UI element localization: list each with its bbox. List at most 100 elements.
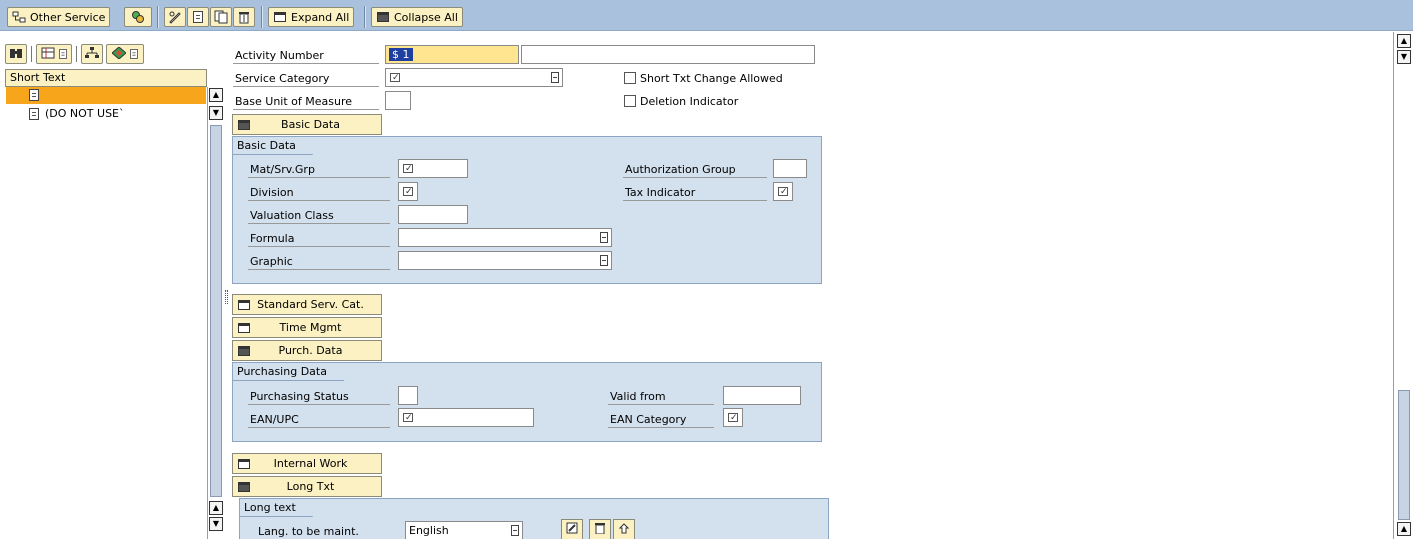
activity-description-field[interactable] [521, 45, 815, 64]
other-service-button[interactable]: Other Service [7, 7, 111, 27]
other-service-icon [12, 10, 26, 24]
ean-upc-label: EAN/UPC [248, 411, 390, 428]
expand-folder-icon [238, 458, 250, 469]
scroll-up-arrow-icon[interactable]: ▲ [1397, 522, 1411, 536]
tax-indicator-field[interactable] [773, 182, 793, 201]
basic-data-group-title: Basic Data [233, 137, 313, 155]
short-txt-change-checkbox[interactable]: Short Txt Change Allowed [624, 70, 783, 86]
long-txt-toggle-button[interactable]: Long Txt [232, 476, 382, 497]
base-unit-label: Base Unit of Measure [233, 93, 379, 110]
mat-srv-grp-field[interactable] [398, 159, 468, 178]
trash-icon [237, 10, 251, 24]
dropdown-icon[interactable] [551, 72, 559, 83]
long-text-action-button[interactable] [613, 519, 635, 539]
collapse-folder-icon [238, 119, 250, 130]
create-button[interactable] [187, 7, 209, 27]
edit-long-text-button[interactable] [561, 519, 583, 539]
edit-pencil-icon [566, 522, 578, 537]
tree-node-selected[interactable] [6, 87, 206, 104]
time-mgmt-button[interactable]: Time Mgmt [232, 317, 382, 338]
division-label: Division [248, 184, 390, 201]
graphic-field[interactable] [398, 251, 612, 270]
splitter-handle[interactable] [225, 290, 228, 304]
tree-node[interactable]: (DO NOT USE` [29, 107, 125, 120]
expand-all-button[interactable]: Expand All [268, 7, 355, 27]
basic-data-toggle-button[interactable]: Basic Data [232, 114, 382, 135]
diamond-icon [110, 45, 127, 62]
valid-from-field[interactable] [723, 386, 801, 405]
services-button[interactable] [106, 44, 144, 64]
toolbar-separator [364, 6, 366, 28]
main-vertical-scrollbar[interactable]: ▲ ▼ ▲ [1393, 32, 1413, 539]
hierarchy-button[interactable] [81, 44, 103, 64]
ean-upc-field[interactable] [398, 408, 534, 427]
purch-data-toggle-button[interactable]: Purch. Data [232, 340, 382, 361]
deletion-indicator-checkbox[interactable]: Deletion Indicator [624, 93, 738, 109]
purchasing-status-field[interactable] [398, 386, 418, 405]
valuation-class-label: Valuation Class [248, 207, 390, 224]
scroll-thumb[interactable] [210, 125, 222, 497]
language-dropdown[interactable]: English [405, 521, 523, 539]
formula-label: Formula [248, 230, 390, 247]
lang-maint-label: Lang. to be maint. [258, 525, 359, 538]
scroll-down-arrow-icon[interactable]: ▼ [1397, 50, 1411, 64]
collapse-folder-icon [238, 345, 250, 356]
scroll-up-arrow-icon[interactable]: ▲ [209, 501, 223, 515]
formula-field[interactable] [398, 228, 612, 247]
column-config-button[interactable] [36, 44, 72, 64]
scroll-thumb[interactable] [1398, 390, 1410, 520]
required-check-icon [403, 161, 413, 178]
required-check-icon [778, 184, 788, 201]
graphic-label: Graphic [248, 253, 390, 270]
valid-from-label: Valid from [608, 388, 714, 405]
required-check-icon [403, 184, 413, 201]
division-field[interactable] [398, 182, 418, 201]
authorization-group-field[interactable] [773, 159, 807, 178]
ean-category-field[interactable] [723, 408, 743, 427]
trash-icon [594, 522, 606, 537]
collapse-all-button[interactable]: Collapse All [371, 7, 463, 27]
service-category-field[interactable] [385, 68, 563, 87]
copy-button[interactable] [210, 7, 232, 27]
dropdown-icon[interactable] [600, 255, 608, 266]
checkbox-box[interactable] [624, 95, 636, 107]
service-category-label: Service Category [233, 70, 379, 87]
collapse-folder-icon [376, 10, 390, 24]
required-check-icon [728, 410, 738, 427]
tree-toolbar-separator [31, 46, 32, 62]
new-document-icon [193, 11, 203, 23]
tree-vertical-scrollbar[interactable]: ▲ ▼ ▲ ▼ [207, 87, 223, 539]
ean-category-label: EAN Category [608, 411, 714, 428]
mat-srv-grp-label: Mat/Srv.Grp [248, 161, 390, 178]
hand-icon [618, 522, 630, 537]
refresh-button[interactable] [124, 7, 152, 27]
delete-button[interactable] [233, 7, 255, 27]
document-icon [29, 89, 39, 101]
expand-folder-icon [238, 299, 250, 310]
find-button[interactable] [5, 44, 27, 64]
dropdown-icon[interactable] [600, 232, 608, 243]
scroll-down-arrow-icon[interactable]: ▼ [209, 517, 223, 531]
scroll-up-arrow-icon[interactable]: ▲ [209, 88, 223, 102]
base-unit-field[interactable] [385, 91, 411, 110]
scroll-down-arrow-icon[interactable]: ▼ [209, 106, 223, 120]
expand-folder-icon [238, 322, 250, 333]
valuation-class-field[interactable] [398, 205, 468, 224]
checkbox-box[interactable] [624, 72, 636, 84]
delete-long-text-button[interactable] [589, 519, 611, 539]
required-check-icon [403, 410, 413, 427]
activity-number-field[interactable]: $ 1 [385, 45, 519, 64]
tree-toolbar-separator [76, 46, 77, 62]
required-check-icon [390, 70, 400, 87]
swap-icon [131, 10, 145, 24]
document-icon [29, 107, 39, 120]
standard-serv-cat-button[interactable]: Standard Serv. Cat. [232, 294, 382, 315]
dropdown-icon[interactable] [511, 525, 519, 536]
scroll-up-arrow-icon[interactable]: ▲ [1397, 34, 1411, 48]
activity-number-label: Activity Number [233, 47, 379, 64]
tree-column-header[interactable]: Short Text [5, 69, 207, 87]
internal-work-button[interactable]: Internal Work [232, 453, 382, 474]
columns-icon [41, 47, 55, 62]
pencil-glasses-icon [168, 10, 182, 24]
change-button[interactable] [164, 7, 186, 27]
